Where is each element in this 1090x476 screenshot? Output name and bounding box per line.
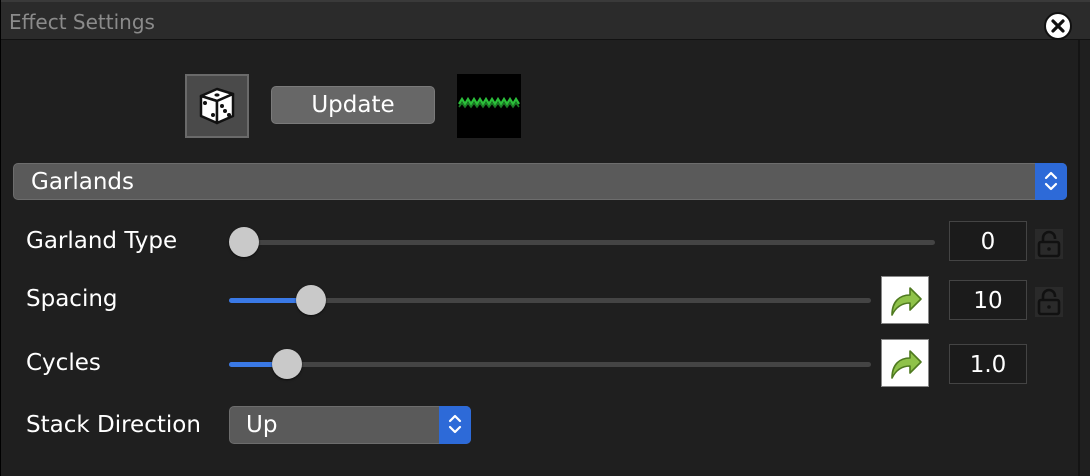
unlock-icon[interactable]	[1035, 287, 1063, 317]
title-bar: Effect Settings	[1, 0, 1090, 40]
redo-arrow-icon	[891, 350, 922, 379]
stack-direction-label: Stack Direction	[26, 412, 201, 438]
effect-type-value: Garlands	[31, 169, 135, 195]
redo-arrow-icon	[891, 287, 922, 316]
up-down-chevron-icon	[1044, 171, 1058, 191]
unlock-icon[interactable]	[1035, 229, 1063, 259]
spacing-label: Spacing	[26, 286, 118, 312]
stack-direction-select[interactable]: Up	[229, 406, 471, 444]
cycles-reset-button[interactable]	[881, 339, 929, 387]
up-down-chevron-icon	[448, 414, 462, 434]
effect-select-stepper[interactable]	[1035, 163, 1067, 200]
update-button[interactable]: Update	[271, 86, 435, 124]
spacing-reset-button[interactable]	[881, 276, 929, 324]
randomize-button[interactable]	[185, 74, 249, 138]
effect-preview	[457, 74, 521, 138]
garland-type-slider-thumb[interactable]	[229, 227, 259, 257]
window-title: Effect Settings	[9, 10, 155, 34]
garland-type-value[interactable]: 0	[949, 221, 1027, 261]
effect-type-select[interactable]: Garlands	[13, 163, 1067, 200]
close-button[interactable]	[1044, 12, 1072, 40]
close-x-icon	[1051, 19, 1065, 33]
garland-preview-icon	[458, 96, 520, 109]
garland-type-label: Garland Type	[26, 228, 178, 254]
spacing-slider[interactable]	[229, 285, 871, 315]
spacing-value[interactable]: 10	[949, 280, 1027, 320]
spacing-slider-thumb[interactable]	[296, 285, 327, 315]
dice-icon	[199, 87, 235, 125]
stack-direction-value: Up	[246, 412, 278, 438]
effect-settings-panel: Effect Settings Update Garlands Garland …	[0, 0, 1090, 476]
panel-divider	[1078, 40, 1080, 476]
cycles-value[interactable]: 1.0	[949, 344, 1027, 384]
garland-type-slider[interactable]	[229, 227, 935, 257]
cycles-slider-thumb[interactable]	[271, 349, 302, 379]
cycles-slider[interactable]	[229, 349, 871, 379]
stack-direction-stepper[interactable]	[439, 406, 471, 444]
cycles-label: Cycles	[26, 350, 101, 376]
